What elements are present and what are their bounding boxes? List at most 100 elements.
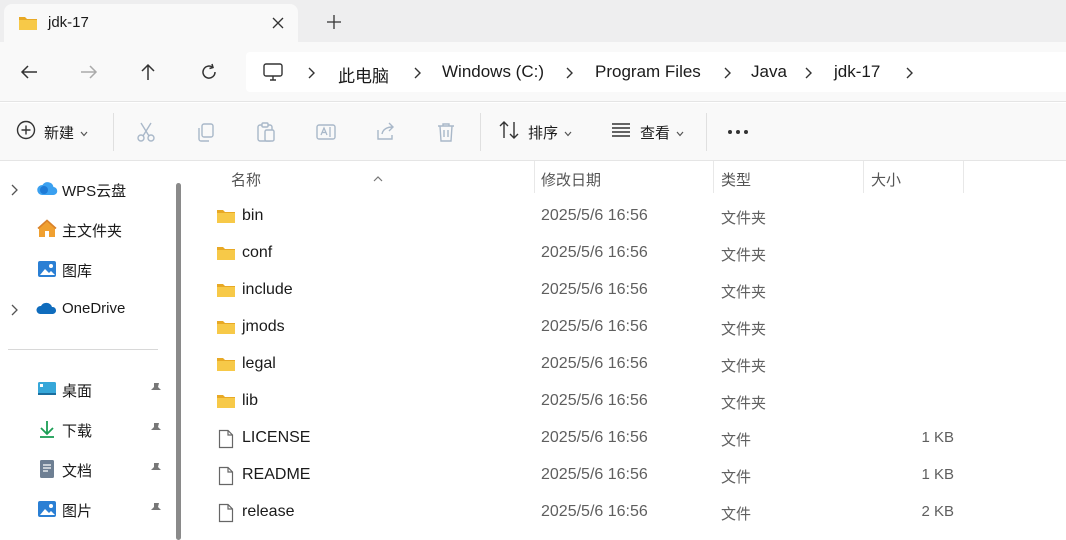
chevron-right-icon[interactable] [904, 66, 916, 79]
this-pc-icon[interactable] [262, 62, 284, 86]
file-name: jmods [242, 318, 285, 335]
column-header-size[interactable]: 大小 [871, 169, 901, 190]
column-separator[interactable] [863, 161, 864, 193]
folder-icon [216, 318, 236, 340]
column-separator[interactable] [713, 161, 714, 193]
column-header-name[interactable]: 名称 [231, 169, 261, 190]
pin-icon[interactable] [150, 382, 162, 400]
pin-icon[interactable] [150, 502, 162, 520]
forward-arrow-icon[interactable] [75, 58, 103, 86]
tab-title: jdk-17 [48, 14, 89, 31]
new-button-label: 新建 [44, 124, 75, 142]
chevron-right-icon[interactable] [306, 66, 318, 79]
rename-icon[interactable] [315, 119, 337, 145]
sort-button-label: 排序 [528, 124, 559, 142]
file-row[interactable]: bin 2025/5/6 16:56 文件夹 [190, 198, 1066, 235]
column-separator[interactable] [963, 161, 964, 193]
delete-icon[interactable] [435, 119, 457, 145]
copy-icon[interactable] [195, 119, 217, 145]
column-header-type[interactable]: 类型 [721, 169, 751, 190]
navigation-pane: WPS云盘 主文件夹 图库 OneDrive 桌面 下载 文档 图片 [0, 161, 172, 540]
file-name: LICENSE [242, 429, 311, 446]
chevron-right-icon[interactable] [564, 66, 576, 79]
toolbar-divider [113, 113, 114, 151]
up-arrow-icon[interactable] [134, 58, 162, 86]
folder-icon [216, 392, 236, 414]
breadcrumb-windows-c[interactable]: Windows (C:) [442, 62, 544, 82]
column-header-modified[interactable]: 修改日期 [541, 169, 601, 190]
chevron-down-icon [676, 124, 684, 141]
more-options-icon[interactable] [727, 119, 749, 145]
sidebar-item-gallery[interactable]: 图库 [0, 254, 170, 284]
file-modified-date: 2025/5/6 16:56 [541, 429, 648, 446]
file-size: 2 KB [921, 503, 954, 520]
sidebar-item-label: WPS云盘 [62, 183, 127, 200]
file-modified-date: 2025/5/6 16:56 [541, 392, 648, 409]
sidebar-item-desktop[interactable]: 桌面 [0, 374, 170, 404]
sidebar-item-label: OneDrive [62, 300, 126, 317]
back-arrow-icon[interactable] [15, 58, 43, 86]
sidebar-item-home[interactable]: 主文件夹 [0, 214, 170, 244]
file-modified-date: 2025/5/6 16:56 [541, 244, 648, 261]
column-separator[interactable] [534, 161, 535, 193]
tab-jdk-17[interactable]: jdk-17 [4, 4, 298, 42]
pin-icon[interactable] [150, 462, 162, 480]
sidebar-item-label: 图片 [62, 503, 93, 520]
file-row[interactable]: lib 2025/5/6 16:56 文件夹 [190, 383, 1066, 420]
chevron-right-icon[interactable] [10, 303, 18, 320]
download-icon [36, 418, 58, 440]
refresh-icon[interactable] [195, 58, 223, 86]
file-name: conf [242, 244, 273, 261]
address-bar[interactable]: 此电脑 Windows (C:) Program Files Java jdk-… [246, 52, 1066, 92]
breadcrumb-program-files[interactable]: Program Files [595, 62, 701, 82]
cloud-icon [36, 178, 58, 200]
close-tab-icon[interactable] [268, 13, 288, 33]
breadcrumb-jdk-17[interactable]: jdk-17 [834, 62, 880, 82]
file-icon [218, 466, 234, 490]
file-type: 文件夹 [721, 210, 767, 227]
sidebar-item-onedrive[interactable]: OneDrive [0, 294, 170, 324]
sidebar-item-label: 桌面 [62, 383, 93, 400]
paste-icon[interactable] [255, 119, 277, 145]
file-row[interactable]: legal 2025/5/6 16:56 文件夹 [190, 346, 1066, 383]
title-bar: jdk-17 [0, 0, 1066, 42]
sidebar-scrollbar[interactable] [176, 183, 181, 540]
view-button[interactable]: 查看 [610, 119, 684, 145]
column-header-row: 名称 修改日期 类型 大小 [190, 161, 1066, 195]
file-row[interactable]: include 2025/5/6 16:56 文件夹 [190, 272, 1066, 309]
new-button[interactable]: 新建 [16, 119, 88, 145]
share-icon[interactable] [375, 119, 397, 145]
chevron-right-icon[interactable] [412, 66, 424, 79]
file-row[interactable]: LICENSE 2025/5/6 16:56 文件 1 KB [190, 420, 1066, 457]
file-size: 1 KB [921, 466, 954, 483]
breadcrumb-java[interactable]: Java [751, 62, 787, 82]
new-tab-icon[interactable] [322, 10, 346, 34]
sidebar-item-documents[interactable]: 文档 [0, 454, 170, 484]
file-row[interactable]: README 2025/5/6 16:56 文件 1 KB [190, 457, 1066, 494]
file-row[interactable]: jmods 2025/5/6 16:56 文件夹 [190, 309, 1066, 346]
pin-icon[interactable] [150, 422, 162, 440]
file-row[interactable]: release 2025/5/6 16:56 文件 2 KB [190, 494, 1066, 531]
chevron-right-icon[interactable] [803, 66, 815, 79]
navigation-bar: 此电脑 Windows (C:) Program Files Java jdk-… [0, 42, 1066, 102]
breadcrumb-this-pc[interactable]: 此电脑 [338, 62, 389, 87]
sidebar-item-label: 主文件夹 [62, 223, 123, 240]
file-row[interactable]: conf 2025/5/6 16:56 文件夹 [190, 235, 1066, 272]
chevron-down-icon [80, 124, 88, 141]
chevron-right-icon[interactable] [10, 183, 18, 200]
cut-icon[interactable] [135, 119, 157, 145]
file-modified-date: 2025/5/6 16:56 [541, 318, 648, 335]
file-type: 文件 [721, 469, 752, 486]
chevron-down-icon [564, 124, 572, 141]
file-type: 文件夹 [721, 284, 767, 301]
sort-button[interactable]: 排序 [498, 119, 572, 145]
file-name: include [242, 281, 293, 298]
gallery-icon [36, 258, 58, 280]
sidebar-item-pictures[interactable]: 图片 [0, 494, 170, 524]
chevron-right-icon[interactable] [722, 66, 734, 79]
onedrive-icon [36, 298, 58, 320]
sidebar-item-downloads[interactable]: 下载 [0, 414, 170, 444]
view-list-icon [610, 121, 632, 143]
sidebar-item-wps-cloud[interactable]: WPS云盘 [0, 174, 170, 204]
folder-icon [216, 207, 236, 229]
